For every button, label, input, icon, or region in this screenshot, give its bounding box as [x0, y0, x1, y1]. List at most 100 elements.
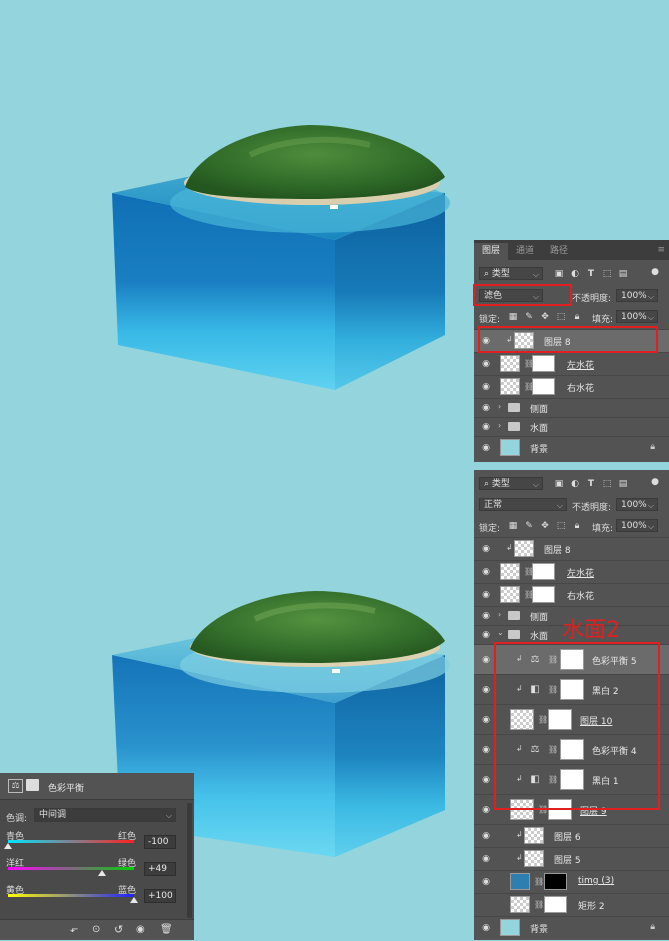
image-filter-icon[interactable]: ▣: [554, 269, 564, 279]
visibility-eye-icon[interactable]: ◉: [479, 543, 493, 555]
opacity-input[interactable]: 100% ⌵: [616, 498, 658, 511]
shape-filter-icon[interactable]: ⬚: [602, 479, 612, 489]
layer-row[interactable]: ◉ › 水面: [474, 417, 669, 436]
visibility-eye-icon[interactable]: ◉: [479, 744, 493, 756]
fill-input[interactable]: 100% ⌵: [616, 310, 658, 323]
chevron-right-icon[interactable]: ›: [498, 610, 501, 619]
artboard-lock-icon[interactable]: ⬚: [556, 521, 566, 531]
layer-name[interactable]: timg (3): [578, 876, 614, 886]
fill-input[interactable]: 100% ⌵: [616, 519, 658, 532]
layer-name[interactable]: 侧面: [530, 610, 548, 623]
toggle-visibility-icon[interactable]: ◉: [136, 924, 145, 935]
scrollbar[interactable]: [187, 803, 192, 918]
smart-object-filter-icon[interactable]: ▤: [618, 479, 628, 489]
layer-name[interactable]: 侧面: [530, 402, 548, 415]
layer-row[interactable]: ◉ ⛓ 左水花: [474, 352, 669, 375]
visibility-eye-icon[interactable]: ◉: [479, 442, 493, 454]
layer-name[interactable]: 右水花: [567, 381, 594, 394]
tab-paths[interactable]: 路径: [542, 243, 576, 260]
visibility-eye-icon[interactable]: ◉: [479, 853, 493, 865]
filter-toggle-icon[interactable]: ●: [650, 477, 660, 487]
slider-thumb[interactable]: [130, 897, 138, 903]
chevron-right-icon[interactable]: ›: [498, 421, 501, 430]
adjustment-filter-icon[interactable]: ◐: [570, 479, 580, 489]
visibility-eye-icon[interactable]: ◉: [479, 566, 493, 578]
layer-row[interactable]: ◉ 背景 🔒︎: [474, 916, 669, 941]
chevron-right-icon[interactable]: ›: [498, 402, 501, 411]
tab-channels[interactable]: 通道: [508, 243, 542, 260]
layer-row[interactable]: ⛓ 矩形 2: [474, 893, 669, 916]
layer-name[interactable]: 水面: [530, 629, 548, 642]
layer-row[interactable]: ◉ ↲ 图层 5: [474, 847, 669, 870]
visibility-eye-icon[interactable]: ◉: [479, 876, 493, 888]
layer-name[interactable]: 矩形 2: [578, 899, 605, 912]
slider-thumb[interactable]: [4, 843, 12, 849]
lock-move-icon[interactable]: ✥: [540, 521, 550, 531]
opacity-input[interactable]: 100% ⌵: [616, 289, 658, 302]
filter-kind-dropdown[interactable]: ⌕ 类型 ⌵: [479, 267, 543, 280]
slider-track[interactable]: [8, 894, 134, 897]
visibility-eye-icon[interactable]: ◉: [479, 830, 493, 842]
layer-row[interactable]: ◉ ⛓ timg (3): [474, 870, 669, 893]
visibility-eye-icon[interactable]: ◉: [479, 358, 493, 370]
slider-value-input[interactable]: +100: [144, 889, 176, 903]
layer-row[interactable]: ◉ ⛓ 左水花: [474, 560, 669, 583]
visibility-eye-icon[interactable]: ◉: [479, 421, 493, 433]
layer-name[interactable]: 水面: [530, 421, 548, 434]
layer-row[interactable]: ◉ 背景 🔒︎: [474, 436, 669, 459]
type-filter-icon[interactable]: T: [586, 269, 596, 279]
slider-value-input[interactable]: +49: [144, 862, 176, 876]
panel-menu-icon[interactable]: ≡: [657, 245, 665, 255]
lock-all-icon[interactable]: 🔒︎: [572, 312, 582, 322]
layer-row[interactable]: ◉ › 侧面: [474, 398, 669, 417]
visibility-eye-icon[interactable]: ◉: [479, 589, 493, 601]
layer-name[interactable]: 图层 5: [554, 853, 581, 866]
filter-kind-dropdown[interactable]: ⌕ 类型 ⌵: [479, 477, 543, 490]
slider-thumb[interactable]: [97, 870, 106, 876]
visibility-eye-icon[interactable]: ◉: [479, 402, 493, 414]
type-filter-icon[interactable]: T: [586, 479, 596, 489]
layer-name[interactable]: 背景: [530, 442, 548, 455]
lock-transparent-icon[interactable]: ▦: [508, 521, 518, 531]
lock-move-icon[interactable]: ✥: [540, 312, 550, 322]
layer-name[interactable]: 左水花: [567, 358, 594, 371]
mask-icon[interactable]: [26, 779, 39, 791]
visibility-eye-icon[interactable]: ◉: [479, 714, 493, 726]
smart-object-filter-icon[interactable]: ▤: [618, 269, 628, 279]
slider-value-input[interactable]: -100: [144, 835, 176, 849]
visibility-eye-icon[interactable]: ◉: [479, 629, 493, 641]
visibility-eye-icon[interactable]: ◉: [479, 804, 493, 816]
lock-all-icon[interactable]: 🔒︎: [572, 521, 582, 531]
image-filter-icon[interactable]: ▣: [554, 479, 564, 489]
layer-name[interactable]: 左水花: [567, 566, 594, 579]
blend-mode-dropdown[interactable]: 正常 ⌵: [479, 498, 567, 511]
slider-track[interactable]: [8, 840, 134, 843]
visibility-eye-icon[interactable]: ◉: [479, 922, 493, 934]
layer-row[interactable]: ◉ ↲ 图层 6: [474, 824, 669, 847]
layer-row[interactable]: ◉ ⛓ 右水花: [474, 583, 669, 606]
visibility-eye-icon[interactable]: ◉: [479, 774, 493, 786]
filter-toggle-icon[interactable]: ●: [650, 267, 660, 277]
visibility-eye-icon[interactable]: ◉: [479, 381, 493, 393]
layer-name[interactable]: 背景: [530, 922, 548, 935]
visibility-eye-icon[interactable]: ◉: [479, 610, 493, 622]
layer-row[interactable]: ◉ ↲ 图层 8: [474, 537, 669, 560]
artboard-lock-icon[interactable]: ⬚: [556, 312, 566, 322]
adjustment-filter-icon[interactable]: ◐: [570, 269, 580, 279]
view-previous-icon[interactable]: ⊙: [92, 924, 100, 935]
tab-layers[interactable]: 图层: [474, 243, 509, 260]
visibility-eye-icon[interactable]: ◉: [479, 684, 493, 696]
slider-track[interactable]: [8, 867, 134, 870]
layer-name[interactable]: 图层 8: [544, 543, 571, 556]
shape-filter-icon[interactable]: ⬚: [602, 269, 612, 279]
layer-name[interactable]: 右水花: [567, 589, 594, 602]
clip-to-layer-icon[interactable]: ⬐: [70, 924, 78, 935]
trash-icon[interactable]: 🗑︎: [160, 924, 173, 935]
tone-dropdown[interactable]: 中间调 ⌵: [34, 808, 176, 822]
chevron-down-icon[interactable]: ⌄: [497, 628, 504, 637]
layer-name[interactable]: 图层 6: [554, 830, 581, 843]
layer-row[interactable]: ◉ ⛓ 右水花: [474, 375, 669, 398]
reset-icon[interactable]: ↺: [114, 923, 123, 936]
lock-transparent-icon[interactable]: ▦: [508, 312, 518, 322]
lock-paint-icon[interactable]: ✎: [524, 521, 534, 531]
